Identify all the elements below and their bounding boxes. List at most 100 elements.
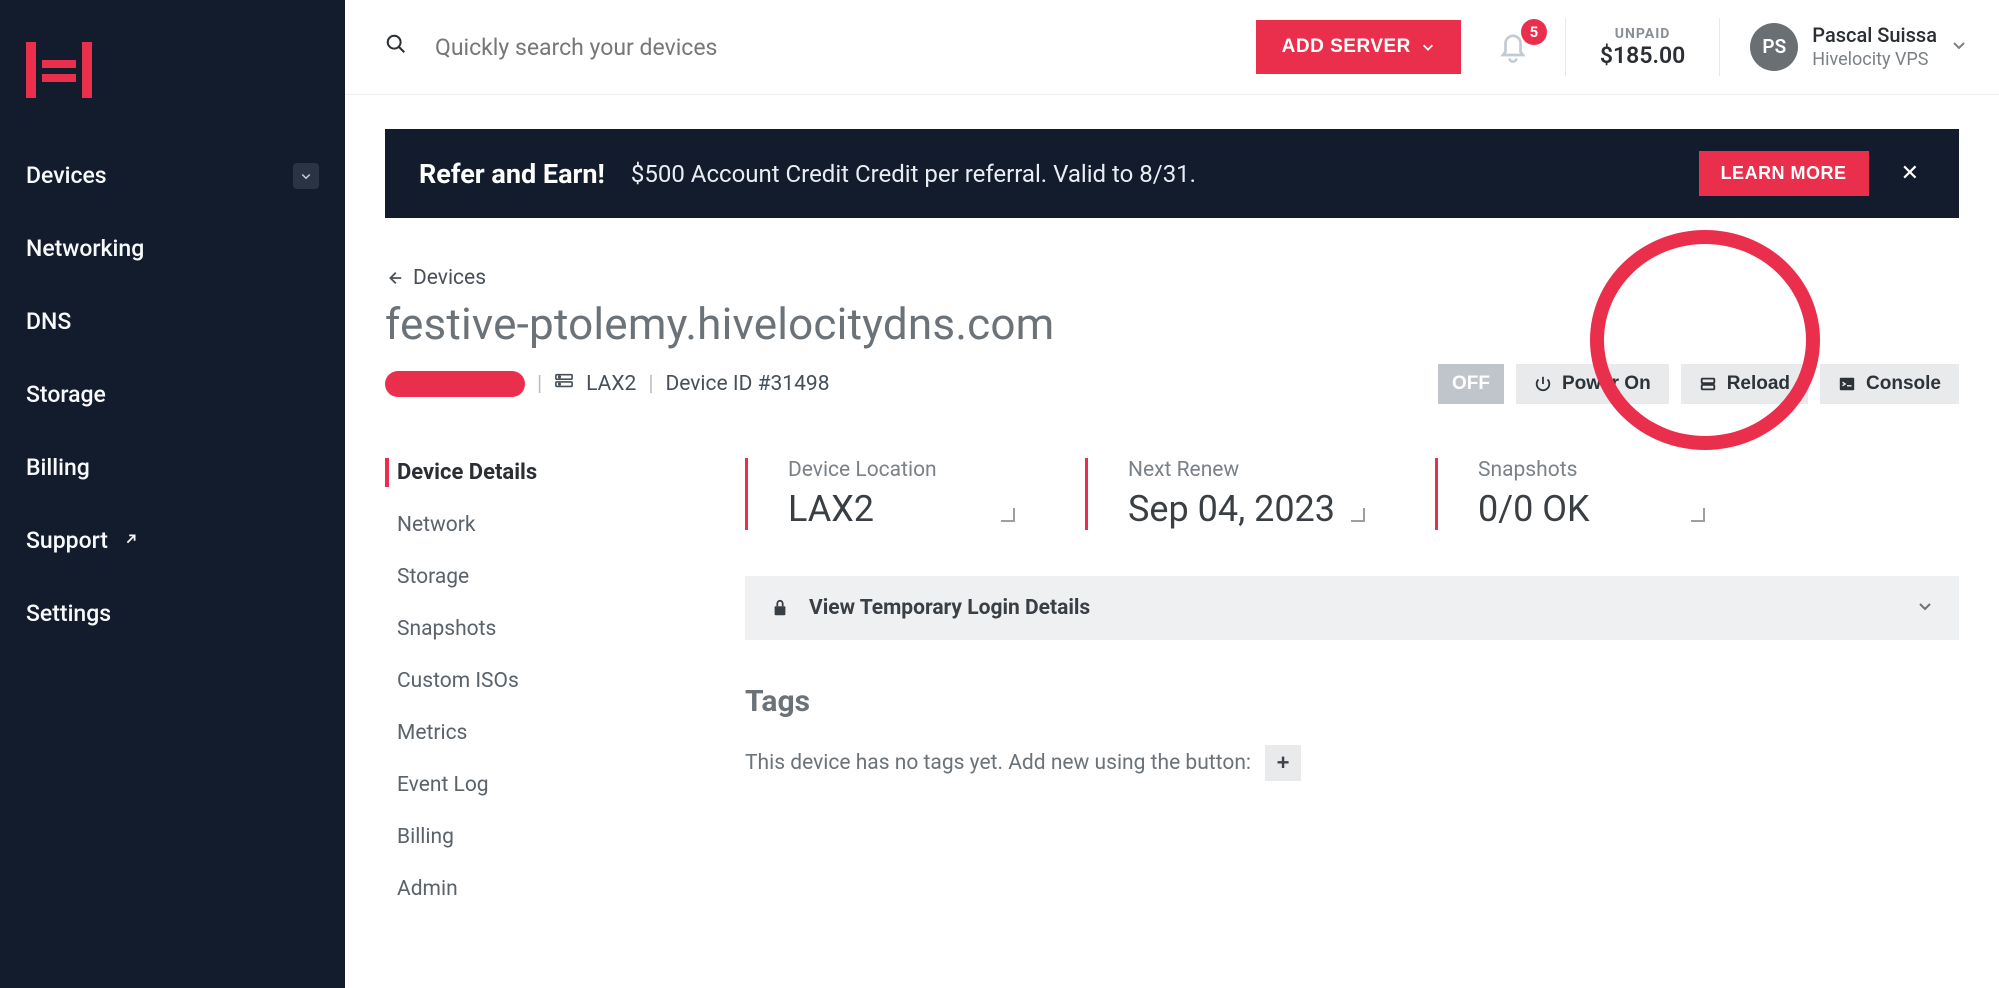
divider: | [537, 372, 542, 396]
close-icon[interactable]: ✕ [1895, 161, 1925, 186]
page-title: festive-ptolemy.hivelocitydns.com [385, 298, 1959, 350]
unpaid-balance[interactable]: UNPAID $185.00 [1590, 26, 1695, 69]
device-location-code: LAX2 [586, 372, 636, 396]
sidebar-item-settings[interactable]: Settings [26, 600, 319, 627]
topbar: Quickly search your devices ADD SERVER 5… [345, 0, 1999, 95]
sidebar-item-label: Networking [26, 235, 144, 262]
search-placeholder: Quickly search your devices [435, 34, 717, 61]
user-name: Pascal Suissa [1812, 22, 1937, 48]
sidebar-item-label: Support [26, 527, 108, 554]
subnav-metrics[interactable]: Metrics [385, 719, 733, 747]
external-link-icon [116, 527, 140, 554]
banner-desc: $500 Account Credit Credit per referral.… [631, 160, 1673, 188]
subnav-admin[interactable]: Admin [385, 875, 733, 903]
learn-more-button[interactable]: LEARN MORE [1699, 151, 1869, 196]
avatar: PS [1750, 23, 1798, 71]
server-icon [1699, 375, 1717, 393]
device-id: Device ID #31498 [665, 372, 829, 396]
redacted-pill [385, 371, 525, 397]
search-icon [385, 33, 407, 61]
device-meta: | LAX2 | Device ID #31498 [385, 371, 830, 397]
subnav-network[interactable]: Network [385, 511, 733, 539]
sidebar-item-support[interactable]: Support [26, 527, 319, 554]
subnav-event-log[interactable]: Event Log [385, 771, 733, 799]
hivelocity-logo-icon [24, 38, 94, 102]
chevron-down-icon [1951, 37, 1967, 57]
sidebar-item-billing[interactable]: Billing [26, 454, 319, 481]
arrow-left-icon [385, 269, 403, 287]
device-actions: OFF Power On Reload Console [1438, 364, 1959, 404]
stat-label: Next Renew [1128, 458, 1335, 482]
stat-location[interactable]: Device Location LAX2 [745, 458, 1025, 530]
banner-title: Refer and Earn! [419, 158, 605, 190]
breadcrumb-label: Devices [413, 266, 486, 290]
device-subnav: Device Details Network Storage Snapshots… [385, 458, 745, 903]
sidebar-item-networking[interactable]: Networking [26, 235, 319, 262]
stat-value: 0/0 OK [1478, 488, 1675, 530]
divider: | [648, 372, 653, 396]
power-on-label: Power On [1562, 373, 1651, 395]
promo-banner: Refer and Earn! $500 Account Credit Cred… [385, 129, 1959, 218]
stat-label: Snapshots [1478, 458, 1675, 482]
chevron-down-icon [293, 163, 319, 189]
subnav-device-details[interactable]: Device Details [385, 458, 733, 487]
sidebar-item-label: Settings [26, 600, 111, 627]
subnav-custom-isos[interactable]: Custom ISOs [385, 667, 733, 695]
stat-snapshots[interactable]: Snapshots 0/0 OK [1435, 458, 1715, 530]
add-tag-button[interactable]: + [1265, 745, 1301, 781]
power-icon [1534, 375, 1552, 393]
sidebar-item-label: Storage [26, 381, 106, 408]
stat-value: LAX2 [788, 488, 985, 530]
notifications-button[interactable]: 5 [1485, 25, 1541, 69]
reload-label: Reload [1727, 373, 1790, 395]
sidebar: Devices Networking DNS Storage Billing S… [0, 0, 345, 988]
sidebar-item-label: Devices [26, 162, 107, 189]
tags-empty-text: This device has no tags yet. Add new usi… [745, 751, 1251, 775]
lock-icon [771, 598, 789, 618]
stat-label: Device Location [788, 458, 985, 482]
divider [1565, 18, 1566, 76]
power-on-button[interactable]: Power On [1516, 364, 1669, 404]
sidebar-item-label: DNS [26, 308, 71, 335]
content: Refer and Earn! $500 Account Credit Cred… [345, 95, 1999, 988]
datacenter-icon [554, 372, 574, 396]
sidebar-item-label: Billing [26, 454, 90, 481]
subnav-storage[interactable]: Storage [385, 563, 733, 591]
add-server-button[interactable]: ADD SERVER [1256, 20, 1461, 74]
login-details-accordion[interactable]: View Temporary Login Details [745, 576, 1959, 640]
chevron-down-icon [1421, 40, 1435, 54]
reload-button[interactable]: Reload [1681, 364, 1808, 404]
device-details-panel: Device Location LAX2 Next Renew Sep 04, … [745, 458, 1959, 903]
stat-value: Sep 04, 2023 [1128, 488, 1335, 530]
expand-corner-icon [1351, 508, 1365, 522]
terminal-icon [1838, 375, 1856, 393]
unpaid-amount: $185.00 [1600, 42, 1685, 69]
user-org: Hivelocity VPS [1812, 48, 1937, 71]
search[interactable]: Quickly search your devices [385, 33, 1232, 61]
divider [1719, 18, 1720, 76]
subnav-billing[interactable]: Billing [385, 823, 733, 851]
expand-corner-icon [1001, 508, 1015, 522]
user-text: Pascal Suissa Hivelocity VPS [1812, 22, 1937, 71]
accordion-title: View Temporary Login Details [809, 596, 1090, 620]
add-server-label: ADD SERVER [1282, 36, 1411, 58]
sidebar-nav: Devices Networking DNS Storage Billing S… [0, 162, 345, 627]
user-menu[interactable]: PS Pascal Suissa Hivelocity VPS [1744, 22, 1967, 71]
subnav-snapshots[interactable]: Snapshots [385, 615, 733, 643]
breadcrumb-back[interactable]: Devices [385, 266, 1959, 290]
console-label: Console [1866, 373, 1941, 395]
sidebar-item-devices[interactable]: Devices [26, 162, 319, 189]
tags-empty-row: This device has no tags yet. Add new usi… [745, 745, 1959, 781]
stat-next-renew[interactable]: Next Renew Sep 04, 2023 [1085, 458, 1375, 530]
expand-corner-icon [1691, 508, 1705, 522]
main: Quickly search your devices ADD SERVER 5… [345, 0, 1999, 988]
brand-logo [0, 24, 345, 162]
sidebar-item-storage[interactable]: Storage [26, 381, 319, 408]
notifications-badge: 5 [1521, 19, 1547, 45]
tags-heading: Tags [745, 684, 1959, 719]
power-off-button[interactable]: OFF [1438, 364, 1504, 404]
unpaid-label: UNPAID [1600, 26, 1685, 42]
sidebar-item-dns[interactable]: DNS [26, 308, 319, 335]
console-button[interactable]: Console [1820, 364, 1959, 404]
chevron-down-icon [1917, 598, 1933, 618]
